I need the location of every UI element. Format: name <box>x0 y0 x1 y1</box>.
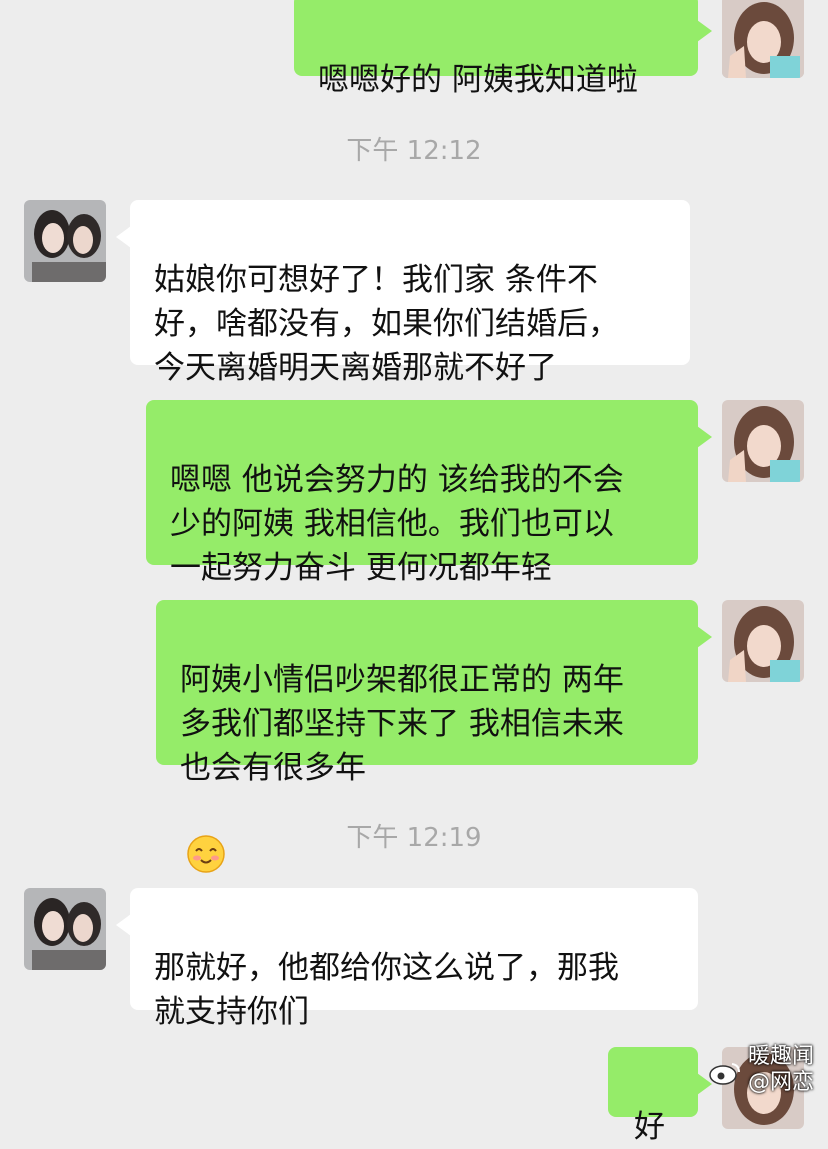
aunt-avatar[interactable] <box>24 200 106 282</box>
outgoing-message[interactable]: 阿姨小情侣吵架都很正常的 两年 多我们都坚持下来了 我相信未来 也会有很多年 <box>156 600 712 873</box>
my-avatar-image <box>722 600 804 682</box>
message-text: 嗯嗯好的 阿姨我知道啦 <box>318 62 638 98</box>
watermark: 暖趣闻 @网恋 <box>709 1044 814 1096</box>
message-text: 嗯嗯 他说会努力的 该给我的不会 少的阿姨 我相信他。我们也可以 一起努力奋斗 … <box>170 462 624 586</box>
timestamp: 下午 12:12 <box>346 136 482 166</box>
my-avatar-image <box>722 400 804 482</box>
aunt-avatar-image <box>24 200 106 282</box>
aunt-avatar-image <box>24 888 106 970</box>
weibo-icon <box>708 1060 742 1093</box>
timestamp: 下午 12:19 <box>346 823 482 853</box>
outgoing-message[interactable]: 嗯嗯 他说会努力的 该给我的不会 少的阿姨 我相信他。我们也可以 一起努力奋斗 … <box>146 400 712 586</box>
outgoing-message[interactable]: 嗯嗯好的 阿姨我知道啦 <box>294 0 712 98</box>
watermark-line-1: 暖趣闻 <box>747 1044 814 1069</box>
message-text: 好 <box>634 1109 665 1145</box>
incoming-message[interactable]: 那就好，他都给你这么说了，那我 就支持你们 <box>116 888 698 1030</box>
aunt-avatar[interactable] <box>24 888 106 970</box>
watermark-line-2: @网恋 <box>747 1070 814 1095</box>
my-avatar[interactable] <box>722 600 804 682</box>
incoming-message[interactable]: 姑娘你可想好了！我们家 条件不 好，啥都没有，如果你们结婚后， 今天离婚明天离婚… <box>116 200 690 386</box>
message-text: 姑娘你可想好了！我们家 条件不 好，啥都没有，如果你们结婚后， 今天离婚明天离婚… <box>154 262 619 386</box>
my-avatar-image <box>722 0 804 78</box>
my-avatar[interactable] <box>722 400 804 482</box>
message-text: 那就好，他都给你这么说了，那我 就支持你们 <box>154 950 619 1030</box>
my-avatar[interactable] <box>722 0 804 78</box>
message-text: 阿姨小情侣吵架都很正常的 两年 多我们都坚持下来了 我相信未来 也会有很多年 <box>180 662 624 786</box>
outgoing-message[interactable]: 好 <box>608 1047 712 1145</box>
